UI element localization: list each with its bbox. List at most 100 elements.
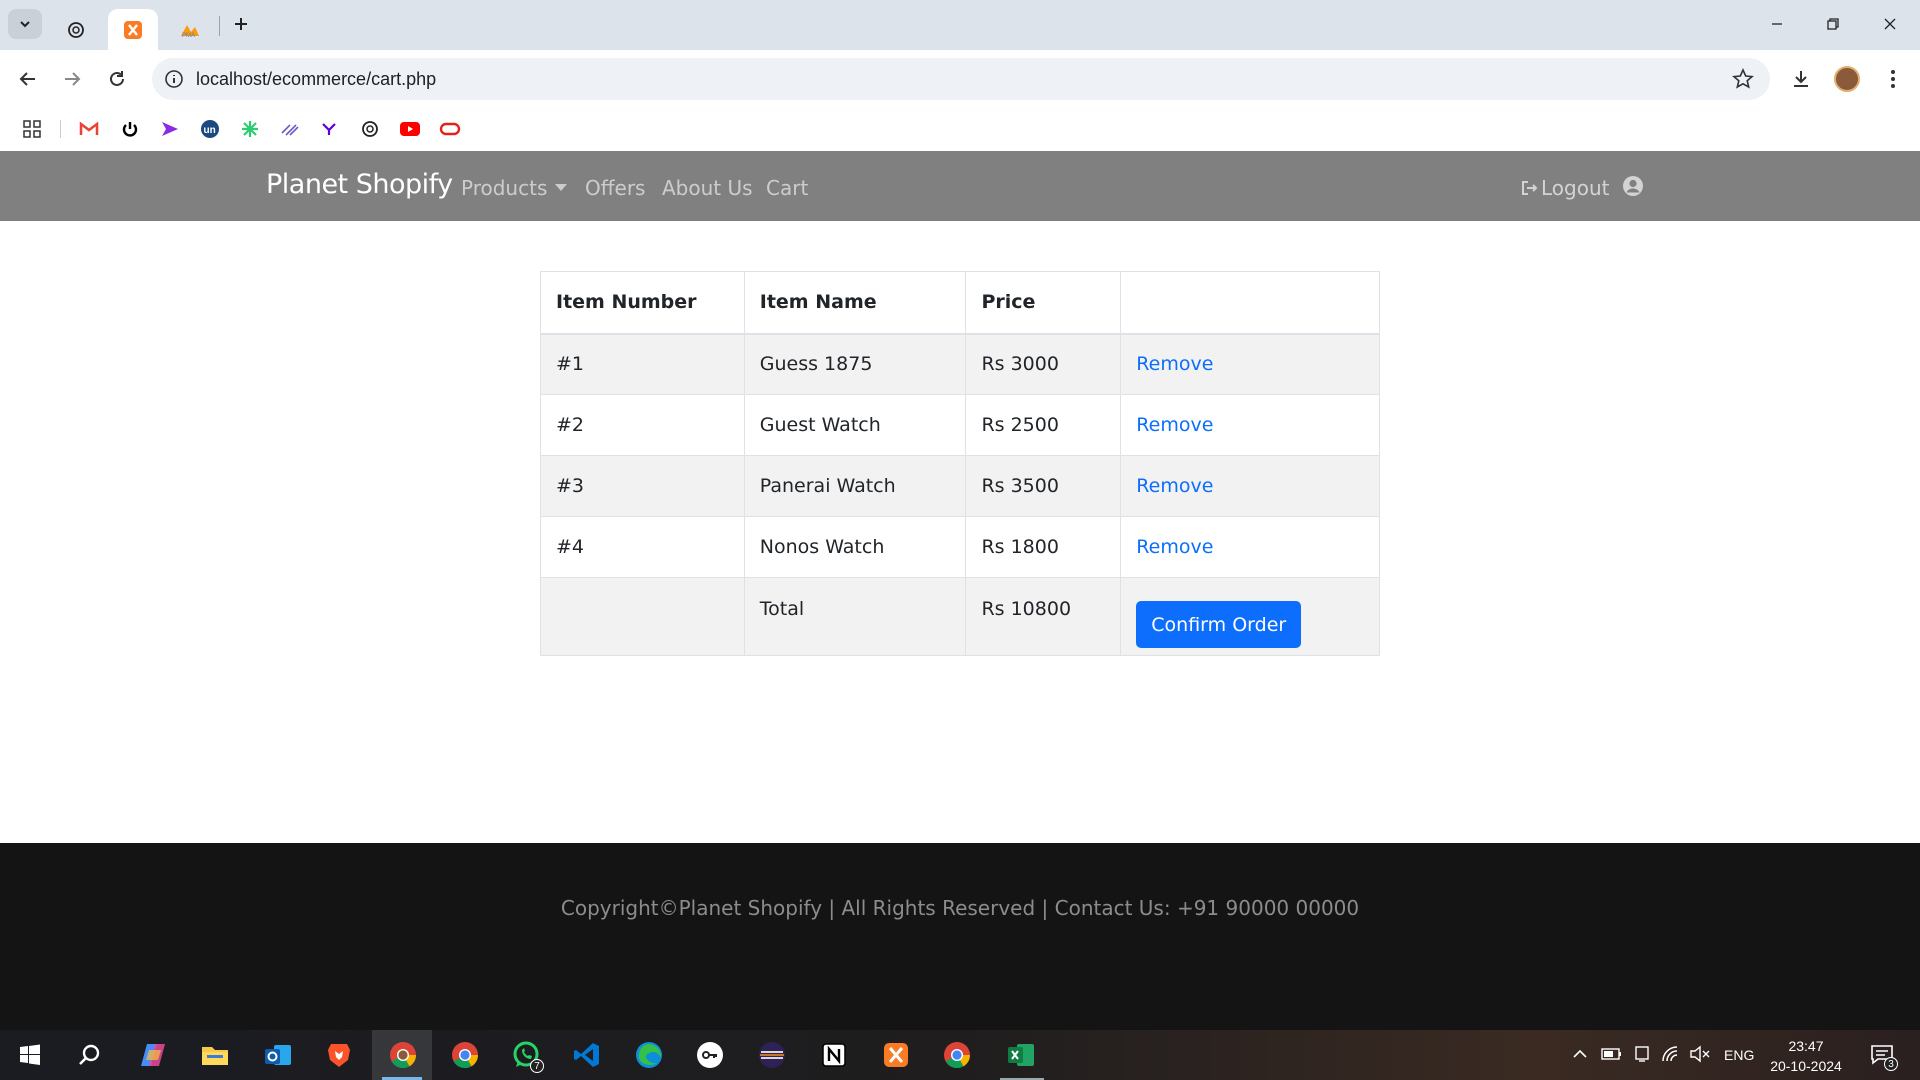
vscode-app[interactable] (571, 1039, 603, 1071)
notifications-button[interactable]: 3 (1866, 1039, 1898, 1071)
item-number: #2 (540, 394, 745, 456)
apps-bookmark[interactable] (21, 118, 43, 140)
kebab-menu-icon (1891, 70, 1895, 88)
oracle-bookmark[interactable] (439, 118, 461, 140)
logout-link[interactable]: Logout (1521, 176, 1609, 200)
restore-button[interactable] (1819, 12, 1847, 36)
gmail-bookmark[interactable] (78, 118, 100, 140)
tab-xampp[interactable] (108, 9, 158, 50)
url-text[interactable]: localhost/ecommerce/cart.php (196, 69, 436, 90)
bookmark-separator (60, 120, 61, 138)
prime-bookmark[interactable] (159, 118, 181, 140)
site-brand[interactable]: Planet Shopify (266, 169, 453, 200)
item-price: Rs 1800 (965, 516, 1122, 578)
nav-about-us[interactable]: About Us (662, 176, 753, 200)
tab-chatgpt[interactable] (56, 9, 96, 50)
confirm-order-button[interactable]: Confirm Order (1136, 601, 1302, 648)
item-action-cell: Remove (1120, 455, 1380, 517)
edge-app[interactable] (633, 1039, 665, 1071)
copilot-app[interactable] (137, 1039, 169, 1071)
item-action-cell: Remove (1120, 516, 1380, 578)
perplexity-bookmark[interactable] (239, 118, 261, 140)
whatsapp-app[interactable]: 7 (510, 1039, 544, 1073)
nav-products-dropdown[interactable]: Products (461, 176, 568, 200)
table-row: #2 Guest Watch Rs 2500 Remove (540, 394, 1380, 456)
item-number: #4 (540, 516, 745, 578)
browser-menu-button[interactable] (1878, 64, 1908, 94)
notification-badge: 3 (1884, 1057, 1898, 1071)
stripes-bookmark[interactable] (279, 118, 301, 140)
battery-icon[interactable] (1601, 1046, 1623, 1062)
reload-button[interactable] (102, 64, 132, 94)
chatgpt-bookmark[interactable] (359, 118, 381, 140)
yahoo-bookmark[interactable] (319, 118, 341, 140)
file-explorer-app[interactable] (199, 1039, 231, 1071)
downloads-button[interactable] (1786, 64, 1816, 94)
bookmarks-bar: un (0, 108, 1920, 150)
remove-item-link[interactable]: Remove (1136, 475, 1213, 497)
youtube-bookmark[interactable] (399, 118, 421, 140)
outlook-app[interactable] (262, 1039, 294, 1071)
excel-app[interactable] (1005, 1039, 1037, 1071)
search-button[interactable] (74, 1039, 106, 1071)
chrome-icon (390, 1042, 417, 1069)
taskbar-clock[interactable]: 23:47 20-10-2024 (1766, 1036, 1846, 1076)
remove-item-link[interactable]: Remove (1136, 353, 1213, 375)
openai-icon (68, 21, 84, 38)
tab-search-button[interactable] (8, 9, 42, 39)
eclipse-app[interactable] (756, 1039, 788, 1071)
play-arrow-icon (162, 122, 178, 136)
notion-app[interactable] (818, 1039, 850, 1071)
remove-item-link[interactable]: Remove (1136, 414, 1213, 436)
forward-button[interactable] (57, 64, 87, 94)
folder-icon (202, 1047, 228, 1065)
clock-date: 20-10-2024 (1770, 1058, 1842, 1074)
site-info-icon[interactable] (164, 69, 184, 89)
bookmark-star-icon[interactable] (1732, 68, 1754, 90)
stripes-icon (281, 124, 299, 136)
download-icon (1794, 71, 1808, 87)
table-row: #1 Guess 1875 Rs 3000 Remove (540, 333, 1380, 395)
windows-logo-icon (20, 1044, 40, 1065)
item-name: Panerai Watch (743, 455, 967, 517)
chrome-app[interactable] (449, 1039, 481, 1071)
browser-tab-strip: PMA (0, 0, 1920, 50)
new-tab-button[interactable] (228, 11, 254, 37)
chrome-icon (944, 1042, 971, 1069)
chrome-icon (452, 1042, 479, 1069)
nav-cart[interactable]: Cart (766, 176, 808, 200)
close-window-button[interactable] (1876, 12, 1904, 36)
chrome-profile-app[interactable] (387, 1039, 419, 1071)
back-button[interactable] (13, 64, 43, 94)
nav-offers[interactable]: Offers (585, 176, 645, 200)
user-circle-icon[interactable] (1622, 175, 1644, 197)
speaker-muted-icon[interactable] (1689, 1045, 1711, 1063)
unstop-bookmark[interactable]: un (199, 118, 221, 140)
excel-icon (1008, 1044, 1034, 1066)
svg-text:un: un (204, 125, 216, 136)
language-indicator[interactable]: ENG (1724, 1030, 1754, 1080)
remove-item-link[interactable]: Remove (1136, 536, 1213, 558)
item-number: #1 (540, 333, 745, 395)
start-button[interactable] (14, 1039, 46, 1071)
keypass-app[interactable] (694, 1039, 726, 1071)
xampp-app[interactable] (880, 1039, 912, 1071)
caret-down-icon (555, 184, 568, 191)
item-name: Nonos Watch (743, 516, 967, 578)
reload-icon (110, 71, 124, 86)
xampp-icon (884, 1043, 908, 1067)
wifi-icon[interactable] (1661, 1045, 1681, 1063)
device-icon[interactable] (1633, 1045, 1651, 1063)
minimize-button[interactable] (1763, 12, 1791, 36)
cart-table: Item Number Item Name Price #1 Guess 187… (540, 271, 1380, 656)
header-price: Price (965, 271, 1122, 335)
address-bar[interactable]: localhost/ecommerce/cart.php (152, 58, 1770, 100)
chrome-test-app[interactable] (941, 1039, 973, 1071)
chevron-up-icon[interactable] (1572, 1048, 1588, 1060)
tab-phpmyadmin[interactable]: PMA (170, 9, 210, 50)
power-bookmark[interactable] (119, 118, 141, 140)
close-icon (1884, 18, 1896, 30)
chevron-down-icon (20, 21, 30, 28)
brave-app[interactable] (323, 1039, 355, 1071)
profile-button[interactable] (1832, 64, 1862, 94)
